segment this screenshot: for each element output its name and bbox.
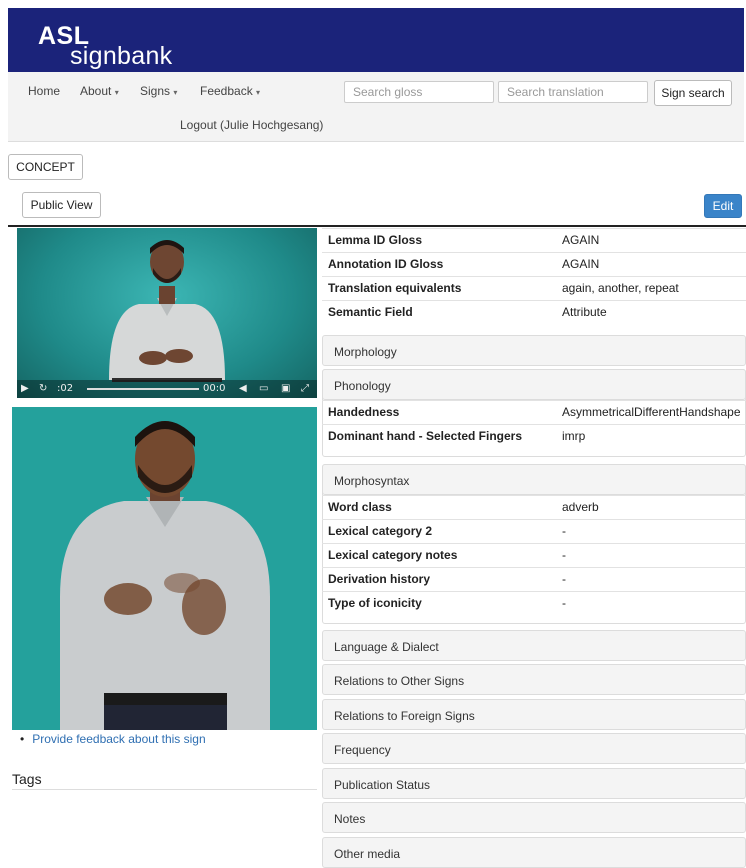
field-row-iconicity: Type of iconicity -	[322, 591, 746, 615]
replay-icon[interactable]: ↻	[39, 383, 47, 394]
field-label: Dominant hand - Selected Fingers	[328, 429, 523, 443]
field-row-word-class: Word class adverb	[322, 495, 746, 519]
panel-phonology[interactable]: Phonology	[322, 369, 746, 400]
caret-down-icon: ▾	[173, 88, 178, 97]
tags-divider	[12, 789, 317, 790]
logo-signbank[interactable]: signbank	[70, 42, 172, 71]
caret-down-icon: ▾	[114, 88, 119, 97]
panel-frequency[interactable]: Frequency	[322, 733, 746, 764]
edit-button[interactable]: Edit	[704, 194, 742, 218]
field-label: Semantic Field	[328, 305, 413, 319]
field-value: -	[562, 548, 566, 562]
field-row-translation: Translation equivalents again, another, …	[322, 276, 746, 300]
panel-other-media[interactable]: Other media	[322, 837, 746, 868]
provide-feedback-link[interactable]: Provide feedback about this sign	[32, 732, 205, 746]
nav-signs-label: Signs	[140, 84, 171, 98]
navbar: Home About ▾ Signs ▾ Feedback ▾ Sign sea…	[8, 72, 744, 142]
field-value: AGAIN	[562, 257, 600, 271]
video-current-time: :02	[57, 383, 74, 394]
sign-video[interactable]: ▶ ↻ :02 00:0 ◀ ▭ ▣ ⤢	[17, 228, 317, 398]
panel-title: Notes	[334, 812, 366, 826]
field-label: Lexical category 2	[328, 524, 433, 538]
video-controls: ▶ ↻ :02 00:0 ◀ ▭ ▣ ⤢	[17, 380, 317, 398]
site-banner: ASL signbank	[8, 8, 744, 72]
panel-title: Relations to Foreign Signs	[334, 709, 475, 723]
panel-title: Morphosyntax	[334, 474, 410, 488]
field-row-derivation: Derivation history -	[322, 567, 746, 591]
panel-title: Publication Status	[334, 778, 431, 792]
field-row-semantic: Semantic Field Attribute	[322, 300, 746, 324]
field-row-selected-fingers: Dominant hand - Selected Fingers imrp	[322, 424, 746, 448]
panel-title: Other media	[334, 847, 401, 861]
nav-signs[interactable]: Signs ▾	[140, 84, 177, 98]
image-signer-figure	[60, 421, 270, 730]
video-progress-bar[interactable]	[87, 388, 199, 390]
panel-relations-other[interactable]: Relations to Other Signs	[322, 664, 746, 695]
field-value: AGAIN	[562, 233, 600, 247]
field-row-handedness: Handedness AsymmetricalDifferentHandshap…	[322, 400, 746, 424]
search-gloss-input[interactable]	[344, 81, 494, 103]
sign-toolbar: Public View Edit	[8, 185, 746, 227]
field-row-lemma: Lemma ID Gloss AGAIN	[322, 228, 746, 252]
field-label: Translation equivalents	[328, 281, 462, 295]
concept-button[interactable]: CONCEPT	[8, 154, 83, 180]
field-row-annotation: Annotation ID Gloss AGAIN	[322, 252, 746, 276]
panel-publication-status[interactable]: Publication Status	[322, 768, 746, 799]
field-value: -	[562, 524, 566, 538]
nav-about-label: About	[80, 84, 112, 98]
field-label: Type of iconicity	[328, 596, 422, 610]
panel-title: Language & Dialect	[334, 640, 439, 654]
panel-title: Morphology	[334, 345, 397, 359]
tags-heading: Tags	[12, 771, 42, 787]
fullscreen-icon[interactable]: ⤢	[301, 383, 309, 394]
field-value: -	[562, 596, 566, 610]
field-label: Derivation history	[328, 572, 431, 586]
panel-language-dialect[interactable]: Language & Dialect	[322, 630, 746, 661]
bullet-icon: •	[20, 732, 25, 746]
play-icon[interactable]: ▶	[21, 383, 29, 394]
panel-title: Frequency	[334, 743, 391, 757]
panel-relations-foreign[interactable]: Relations to Foreign Signs	[322, 699, 746, 730]
panel-title: Relations to Other Signs	[334, 674, 465, 688]
panel-morphosyntax[interactable]: Morphosyntax	[322, 464, 746, 495]
field-value: imrp	[562, 429, 586, 443]
field-value: again, another, repeat	[562, 281, 679, 295]
field-label: Handedness	[328, 405, 400, 419]
pip-icon[interactable]: ▣	[281, 383, 290, 394]
field-label: Lemma ID Gloss	[328, 233, 423, 247]
search-translation-input[interactable]	[498, 81, 648, 103]
sign-image	[12, 407, 317, 730]
field-label: Annotation ID Gloss	[328, 257, 444, 271]
caret-down-icon: ▾	[256, 88, 261, 97]
airplay-icon[interactable]: ▭	[259, 383, 268, 394]
field-row-lexcat2: Lexical category 2 -	[322, 519, 746, 543]
field-row-lexnotes: Lexical category notes -	[322, 543, 746, 567]
panel-morphology[interactable]: Morphology	[322, 335, 746, 366]
field-value: adverb	[562, 500, 599, 514]
field-label: Lexical category notes	[328, 548, 458, 562]
field-value: AsymmetricalDifferentHandshape	[562, 405, 741, 419]
field-value: -	[562, 572, 566, 586]
feedback-item: • Provide feedback about this sign	[20, 732, 206, 746]
video-end-time: 00:0	[203, 383, 226, 394]
panel-title: Phonology	[334, 379, 391, 393]
sign-search-button[interactable]: Sign search	[654, 80, 732, 106]
nav-feedback[interactable]: Feedback ▾	[200, 84, 260, 98]
field-label: Word class	[328, 500, 392, 514]
public-view-button[interactable]: Public View	[22, 192, 101, 218]
nav-home[interactable]: Home	[28, 84, 60, 98]
logout-link[interactable]: Logout (Julie Hochgesang)	[180, 118, 323, 132]
video-signer-figure	[109, 240, 225, 382]
nav-about[interactable]: About ▾	[80, 84, 119, 98]
volume-icon[interactable]: ◀	[239, 383, 247, 394]
panel-notes[interactable]: Notes	[322, 802, 746, 833]
nav-feedback-label: Feedback	[200, 84, 253, 98]
field-value: Attribute	[562, 305, 607, 319]
